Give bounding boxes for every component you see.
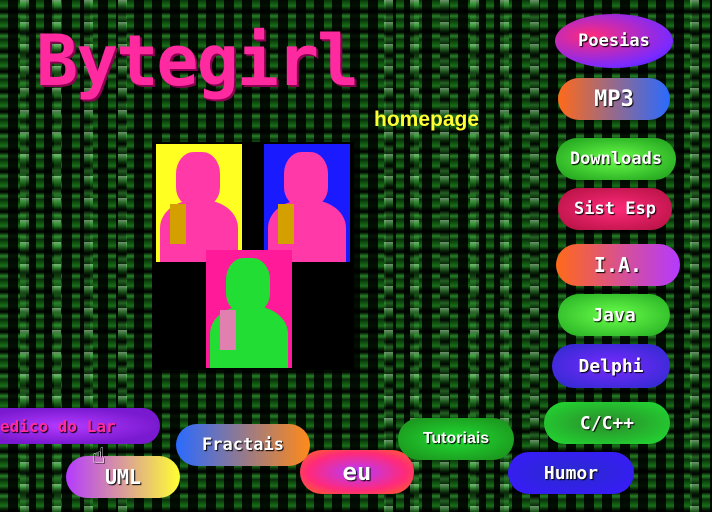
- nav-java[interactable]: Java: [558, 294, 670, 336]
- nav-delphi[interactable]: Delphi: [552, 344, 670, 388]
- site-title: Bytegirl: [36, 20, 359, 102]
- nav-poesias[interactable]: Poesias: [555, 14, 673, 68]
- nav-sist-esp[interactable]: Sist Esp: [558, 188, 672, 230]
- nav-eu[interactable]: eu: [300, 450, 414, 494]
- portrait-blue: [264, 144, 350, 262]
- nav-ia[interactable]: I.A.: [556, 244, 680, 286]
- site-subtitle: homepage: [374, 108, 480, 131]
- nav-uml[interactable]: UML: [66, 456, 180, 498]
- nav-tutoriais[interactable]: Tutoriais: [398, 418, 514, 460]
- hand-pointer-icon: ☝: [92, 444, 106, 469]
- portrait-collage: [152, 142, 354, 370]
- portrait-pink: [206, 250, 292, 368]
- nav-downloads[interactable]: Downloads: [556, 138, 676, 180]
- nav-c-cpp[interactable]: C/C++: [544, 402, 670, 444]
- matrix-column: [530, 0, 539, 512]
- matrix-column: [384, 0, 393, 512]
- nav-medico-do-lar[interactable]: edico do Lar: [0, 408, 160, 444]
- matrix-column: [690, 0, 699, 512]
- nav-mp3[interactable]: MP3: [558, 78, 670, 120]
- nav-humor[interactable]: Humor: [508, 452, 634, 494]
- nav-fractais[interactable]: Fractais: [176, 424, 310, 466]
- portrait-yellow: [156, 144, 242, 262]
